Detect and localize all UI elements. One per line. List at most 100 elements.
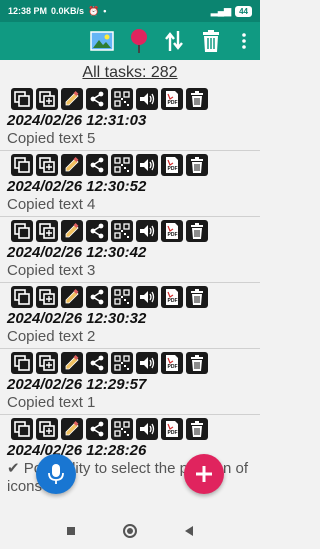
pdf-icon[interactable]: PDF [161,219,183,242]
copy-icon[interactable] [11,153,33,176]
svg-text:PDF: PDF [168,232,178,238]
speaker-icon[interactable] [136,351,158,374]
image-icon[interactable] [88,22,116,60]
toolbar [0,22,260,60]
speaker-icon[interactable] [136,285,158,308]
divider [0,282,260,283]
all-tasks-header: All tasks: 282 [82,64,178,81]
delete-icon[interactable] [186,87,208,110]
add-task-button[interactable] [184,454,224,494]
signal-icon: ▂▄▆ [210,5,232,16]
pin-icon[interactable] [128,22,150,60]
entry-actions: PDF [0,218,260,243]
task-entry[interactable]: PDF 2024/02/26 12:30:32 Copied text 2 [0,284,260,349]
delete-icon[interactable] [186,153,208,176]
navigation-bar [0,512,260,549]
qr-icon[interactable] [111,219,133,242]
speaker-icon[interactable] [136,219,158,242]
divider [0,216,260,217]
copy-icon[interactable] [11,417,33,440]
copy-icon[interactable] [11,351,33,374]
entry-actions: PDF [0,86,260,111]
pdf-icon[interactable]: PDF [161,153,183,176]
share-icon[interactable] [86,417,108,440]
back-nav-button[interactable] [182,524,196,538]
recents-nav-button[interactable] [64,524,78,538]
copy-add-icon[interactable] [36,417,58,440]
pdf-icon[interactable]: PDF [161,285,183,308]
task-entry[interactable]: PDF 2024/02/26 12:30:42 Copied text 3 [0,218,260,283]
task-list: All tasks: 282 PDF 2024/02/26 12:31:03 Cop… [0,60,260,512]
qr-icon[interactable] [111,417,133,440]
entry-actions: PDF [0,350,260,375]
copy-add-icon[interactable] [36,285,58,308]
copy-add-icon[interactable] [36,219,58,242]
copy-icon[interactable] [11,285,33,308]
edit-icon[interactable] [61,219,83,242]
qr-icon[interactable] [111,285,133,308]
home-nav-button[interactable] [122,523,138,539]
entry-text: Copied text 4 [7,196,96,213]
share-icon[interactable] [86,351,108,374]
share-icon[interactable] [86,219,108,242]
more-icon[interactable] [236,22,252,60]
entry-date: 2024/02/26 12:30:52 [7,178,147,195]
share-icon[interactable] [86,87,108,110]
share-icon[interactable] [86,153,108,176]
speaker-icon[interactable] [136,417,158,440]
task-entry[interactable]: PDF 2024/02/26 12:30:52 Copied text 4 [0,152,260,217]
copy-add-icon[interactable] [36,153,58,176]
edit-icon[interactable] [61,153,83,176]
share-icon[interactable] [86,285,108,308]
delete-icon[interactable] [186,219,208,242]
entry-date: 2024/02/26 12:28:26 [7,442,147,459]
status-speed: 0.0KB/s [51,6,85,16]
svg-text:PDF: PDF [168,166,178,172]
delete-icon[interactable] [186,285,208,308]
entry-text: Copied text 2 [7,328,96,345]
entry-actions: PDF [0,416,260,441]
edit-icon[interactable] [61,417,83,440]
entry-date: 2024/02/26 12:31:03 [7,112,147,129]
microphone-button[interactable] [36,454,76,494]
divider [0,348,260,349]
copy-add-icon[interactable] [36,87,58,110]
pdf-icon[interactable]: PDF [161,351,183,374]
entry-actions: PDF [0,152,260,177]
status-time: 12:38 PM [8,6,48,16]
edit-icon[interactable] [61,351,83,374]
entry-date: 2024/02/26 12:29:57 [7,376,147,393]
svg-text:PDF: PDF [168,364,178,370]
entry-text: Copied text 3 [7,262,96,279]
svg-text:PDF: PDF [168,298,178,304]
pdf-icon[interactable]: PDF [161,417,183,440]
speaker-icon[interactable] [136,153,158,176]
status-bar: 12:38 PM 0.0KB/s ⏰ • ▂▄▆ 44 [0,0,260,22]
edit-icon[interactable] [61,87,83,110]
entries-container: PDF 2024/02/26 12:31:03 Copied text 5 PDF 20… [0,86,260,496]
trash-icon[interactable] [200,22,222,60]
entry-actions: PDF [0,284,260,309]
speaker-icon[interactable] [136,87,158,110]
qr-icon[interactable] [111,87,133,110]
task-entry[interactable]: PDF 2024/02/26 12:31:03 Copied text 5 [0,86,260,151]
sort-icon[interactable] [162,22,186,60]
task-entry[interactable]: PDF 2024/02/26 12:29:57 Copied text 1 [0,350,260,415]
delete-icon[interactable] [186,351,208,374]
qr-icon[interactable] [111,153,133,176]
qr-icon[interactable] [111,351,133,374]
svg-text:PDF: PDF [168,430,178,436]
edit-icon[interactable] [61,285,83,308]
divider [0,150,260,151]
copy-icon[interactable] [11,87,33,110]
entry-date: 2024/02/26 12:30:32 [7,310,147,327]
battery-indicator: 44 [235,5,252,17]
copy-icon[interactable] [11,219,33,242]
pdf-icon[interactable]: PDF [161,87,183,110]
copy-add-icon[interactable] [36,351,58,374]
notification-icon: • [103,6,107,16]
alarm-icon: ⏰ [88,5,100,16]
delete-icon[interactable] [186,417,208,440]
divider [0,414,260,415]
svg-text:PDF: PDF [168,100,178,106]
